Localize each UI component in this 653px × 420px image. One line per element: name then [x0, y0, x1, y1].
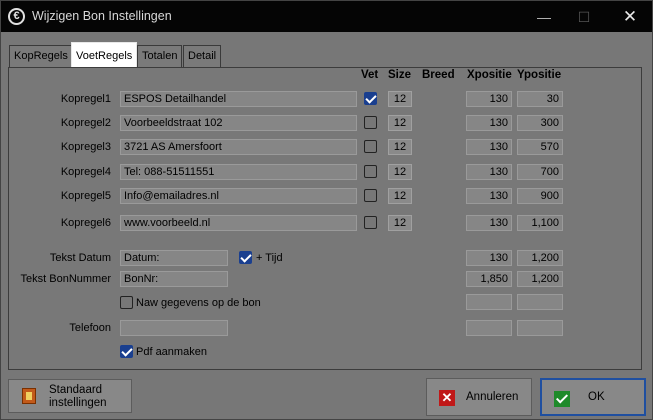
- tekst-datum-xpositie[interactable]: 130: [466, 250, 512, 266]
- tijd-label: + Tijd: [256, 252, 283, 264]
- annuleren-label: Annuleren: [466, 391, 519, 403]
- tijd-checkbox[interactable]: [239, 251, 252, 264]
- kopregel3-label: Kopregel3: [60, 141, 111, 153]
- tekst-datum-input[interactable]: Datum:: [120, 250, 228, 266]
- standaard-instellingen-button[interactable]: Standaard instellingen: [8, 379, 132, 413]
- annuleren-button[interactable]: ✕ Annuleren: [426, 378, 532, 416]
- kopregel3-vet-checkbox[interactable]: [364, 140, 377, 153]
- checkmark-icon: [554, 391, 570, 407]
- kopregel4-input[interactable]: Tel: 088-51511551: [120, 164, 357, 180]
- pdf-checkbox[interactable]: [120, 345, 133, 358]
- espos-logo-icon: €: [8, 8, 25, 25]
- kopregel4-xpositie[interactable]: 130: [466, 164, 512, 180]
- kopregel5-xpositie[interactable]: 130: [466, 188, 512, 204]
- kopregel1-size[interactable]: 12: [388, 91, 412, 107]
- tab-voetregels[interactable]: VoetRegels: [71, 42, 138, 69]
- column-header-ypositie: Ypositie: [517, 69, 562, 81]
- kopregel5-vet-checkbox[interactable]: [364, 189, 377, 202]
- standaard-label-line1: Standaard: [49, 384, 103, 396]
- column-header-breed: Breed: [422, 69, 455, 81]
- naw-label: Naw gegevens op de bon: [136, 297, 261, 309]
- kopregel3-xpositie[interactable]: 130: [466, 139, 512, 155]
- tekst-bonnummer-label: Tekst BonNummer: [20, 273, 111, 285]
- kopregel1-label: Kopregel1: [60, 93, 111, 105]
- telefoon-xpositie[interactable]: [466, 320, 512, 336]
- kopregel6-label: Kopregel6: [60, 217, 111, 229]
- kopregel5-ypositie[interactable]: 900: [517, 188, 563, 204]
- kopregel6-size[interactable]: 12: [388, 215, 412, 231]
- column-header-vet: Vet: [361, 69, 379, 81]
- kopregel2-label: Kopregel2: [60, 117, 111, 129]
- kopregel2-vet-checkbox[interactable]: [364, 116, 377, 129]
- kopregel4-ypositie[interactable]: 700: [517, 164, 563, 180]
- telefoon-label: Telefoon: [69, 322, 111, 334]
- kopregel2-ypositie[interactable]: 300: [517, 115, 563, 131]
- kopregel4-vet-checkbox[interactable]: [364, 165, 377, 178]
- telefoon-input[interactable]: [120, 320, 228, 336]
- maximize-button[interactable]: ☐: [569, 6, 599, 28]
- kopregel3-size[interactable]: 12: [388, 139, 412, 155]
- tekst-bonnummer-xpositie[interactable]: 1,850: [466, 271, 512, 287]
- kopregel2-xpositie[interactable]: 130: [466, 115, 512, 131]
- kopregel1-xpositie[interactable]: 130: [466, 91, 512, 107]
- column-header-xpositie: Xpositie: [467, 69, 512, 81]
- window-title: Wijzigen Bon Instellingen: [32, 9, 172, 23]
- kopregel5-input[interactable]: Info@emailadres.nl: [120, 188, 357, 204]
- ok-label: OK: [588, 391, 605, 403]
- kopregel1-vet-checkbox[interactable]: [364, 92, 377, 105]
- kopregel1-ypositie[interactable]: 30: [517, 91, 563, 107]
- book-icon: [22, 388, 36, 404]
- kopregel6-input[interactable]: www.voorbeeld.nl: [120, 215, 357, 231]
- tab-totalen[interactable]: Totalen: [137, 45, 183, 68]
- naw-ypositie[interactable]: [517, 294, 563, 310]
- kopregel6-xpositie[interactable]: 130: [466, 215, 512, 231]
- kopregel6-ypositie[interactable]: 1,100: [517, 215, 563, 231]
- naw-xpositie[interactable]: [466, 294, 512, 310]
- tekst-bonnummer-input[interactable]: BonNr:: [120, 271, 228, 287]
- minimize-button[interactable]: —: [529, 6, 559, 28]
- title-bar: € Wijzigen Bon Instellingen — ☐ ✕: [1, 1, 652, 32]
- kopregel6-vet-checkbox[interactable]: [364, 216, 377, 229]
- column-header-size: Size: [388, 69, 412, 81]
- kopregel5-label: Kopregel5: [60, 190, 111, 202]
- tekst-datum-ypositie[interactable]: 1,200: [517, 250, 563, 266]
- kopregel4-label: Kopregel4: [60, 166, 111, 178]
- kopregel5-size[interactable]: 12: [388, 188, 412, 204]
- pdf-label: Pdf aanmaken: [136, 346, 207, 358]
- standaard-label-line2: instellingen: [49, 397, 107, 409]
- close-button[interactable]: ✕: [615, 6, 645, 28]
- kopregel1-input[interactable]: ESPOS Detailhandel: [120, 91, 357, 107]
- kopregel2-size[interactable]: 12: [388, 115, 412, 131]
- kopregel3-input[interactable]: 3721 AS Amersfoort: [120, 139, 357, 155]
- tab-detail[interactable]: Detail: [183, 45, 222, 68]
- settings-window: € Wijzigen Bon Instellingen — ☐ ✕ KopReg…: [0, 0, 653, 420]
- close-x-icon: ✕: [439, 390, 455, 406]
- tekst-datum-label: Tekst Datum: [49, 252, 111, 264]
- kopregel4-size[interactable]: 12: [388, 164, 412, 180]
- ok-button[interactable]: OK: [540, 378, 646, 416]
- telefoon-ypositie[interactable]: [517, 320, 563, 336]
- naw-checkbox[interactable]: [120, 296, 133, 309]
- kopregel3-ypositie[interactable]: 570: [517, 139, 563, 155]
- kopregel2-input[interactable]: Voorbeeldstraat 102: [120, 115, 357, 131]
- tab-kopregels[interactable]: KopRegels: [9, 45, 73, 68]
- tekst-bonnummer-ypositie[interactable]: 1,200: [517, 271, 563, 287]
